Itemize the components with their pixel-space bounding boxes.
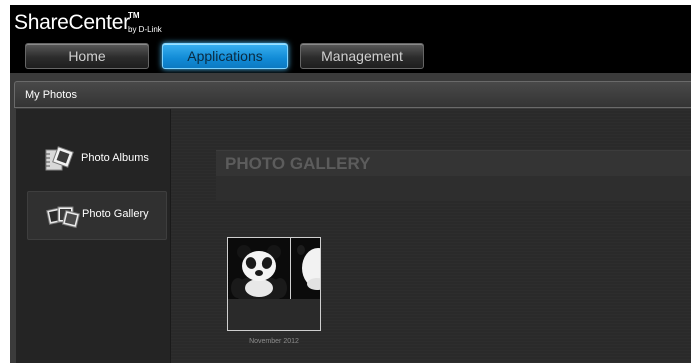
tab-management-label: Management [321, 48, 403, 64]
photo-gallery-icon [46, 206, 80, 229]
panda-photo-icon [228, 238, 290, 299]
panda-photo-partial-icon [291, 238, 320, 299]
panel-title-text: My Photos [25, 89, 77, 101]
sidebar-item-photo-albums-label: Photo Albums [81, 152, 149, 164]
sidebar-item-photo-gallery[interactable]: Photo Gallery [27, 191, 167, 240]
gallery-heading-bar: PHOTO GALLERY [216, 150, 691, 176]
brand-trademark: TM [128, 11, 140, 20]
app-header: ShareCenter TM by D-Link Home Applicatio… [10, 5, 691, 73]
gallery-heading: PHOTO GALLERY [225, 154, 371, 173]
panel-title: My Photos [14, 81, 691, 108]
sidebar-item-photo-gallery-label: Photo Gallery [82, 208, 149, 220]
tab-management[interactable]: Management [300, 43, 424, 69]
tab-applications-label: Applications [187, 48, 263, 64]
tab-applications[interactable]: Applications [162, 43, 288, 69]
album-thumbnail[interactable] [227, 237, 321, 331]
album-photo-1 [228, 238, 290, 299]
tab-home-label: Home [68, 48, 106, 64]
brand-byline: by D-Link [128, 25, 162, 34]
album-caption: November 2012 [249, 338, 299, 345]
sidebar-item-photo-albums[interactable]: Photo Albums [27, 136, 165, 183]
tab-home[interactable]: Home [25, 43, 149, 69]
album-photo-2 [291, 238, 320, 299]
gallery-toolbar [216, 176, 691, 201]
brand-logo: ShareCenter [14, 11, 130, 34]
photo-albums-icon [45, 146, 74, 171]
